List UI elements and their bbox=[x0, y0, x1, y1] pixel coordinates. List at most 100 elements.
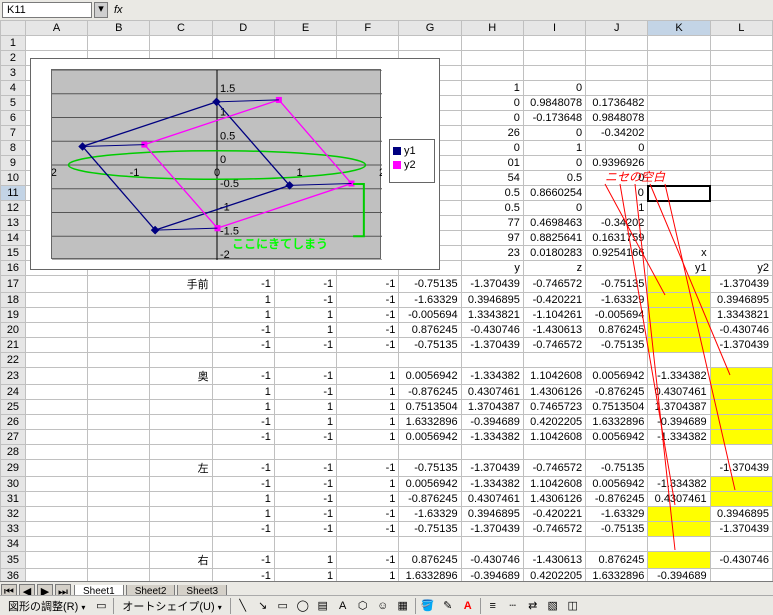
cell-H33[interactable]: -1.370439 bbox=[461, 522, 523, 537]
col-header-A[interactable]: A bbox=[25, 21, 87, 36]
cell-F27[interactable]: 1 bbox=[337, 430, 399, 445]
cell-H1[interactable] bbox=[461, 36, 523, 51]
cell-H11[interactable]: 0.5 bbox=[461, 186, 523, 201]
cell-A30[interactable] bbox=[25, 477, 87, 492]
cell-L23[interactable] bbox=[710, 368, 772, 385]
cell-K27[interactable]: -1.334382 bbox=[648, 430, 710, 445]
cell-B21[interactable] bbox=[88, 338, 150, 353]
cell-E1[interactable] bbox=[274, 36, 336, 51]
cell-C27[interactable] bbox=[150, 430, 212, 445]
cell-F33[interactable]: -1 bbox=[337, 522, 399, 537]
cell-D25[interactable]: 1 bbox=[212, 400, 274, 415]
cell-A28[interactable] bbox=[25, 445, 87, 460]
cell-A36[interactable] bbox=[25, 569, 87, 582]
cell-B24[interactable] bbox=[88, 385, 150, 400]
row-header-3[interactable]: 3 bbox=[1, 66, 26, 81]
row-header-24[interactable]: 24 bbox=[1, 385, 26, 400]
cell-I31[interactable]: 1.4306126 bbox=[523, 492, 585, 507]
cell-D31[interactable]: 1 bbox=[212, 492, 274, 507]
row-header-18[interactable]: 18 bbox=[1, 293, 26, 308]
cell-L18[interactable]: 0.3946895 bbox=[710, 293, 772, 308]
cell-L29[interactable]: -1.370439 bbox=[710, 460, 772, 477]
cell-J5[interactable]: 0.1736482 bbox=[586, 96, 648, 111]
cell-H7[interactable]: 26 bbox=[461, 126, 523, 141]
shape-adjust-button[interactable]: 図形の調整(R) ▾ bbox=[4, 598, 89, 614]
row-header-36[interactable]: 36 bbox=[1, 569, 26, 582]
cell-G22[interactable] bbox=[399, 353, 461, 368]
cell-H13[interactable]: 77 bbox=[461, 216, 523, 231]
cell-F32[interactable]: -1 bbox=[337, 507, 399, 522]
cell-F19[interactable]: -1 bbox=[337, 308, 399, 323]
line-style-icon[interactable]: ≡ bbox=[485, 598, 501, 614]
cell-C28[interactable] bbox=[150, 445, 212, 460]
cell-C26[interactable] bbox=[150, 415, 212, 430]
cell-F20[interactable]: -1 bbox=[337, 323, 399, 338]
rectangle-icon[interactable]: ▭ bbox=[275, 598, 291, 614]
cell-I30[interactable]: 1.1042608 bbox=[523, 477, 585, 492]
cell-I1[interactable] bbox=[523, 36, 585, 51]
cell-K3[interactable] bbox=[648, 66, 710, 81]
cell-D19[interactable]: 1 bbox=[212, 308, 274, 323]
cell-H21[interactable]: -1.370439 bbox=[461, 338, 523, 353]
cell-K17[interactable] bbox=[648, 276, 710, 293]
row-header-34[interactable]: 34 bbox=[1, 537, 26, 552]
cell-H28[interactable] bbox=[461, 445, 523, 460]
cell-J30[interactable]: 0.0056942 bbox=[586, 477, 648, 492]
cell-J6[interactable]: 0.9848078 bbox=[586, 111, 648, 126]
cell-A22[interactable] bbox=[25, 353, 87, 368]
cell-K30[interactable]: -1.334382 bbox=[648, 477, 710, 492]
cell-I17[interactable]: -0.746572 bbox=[523, 276, 585, 293]
cell-J27[interactable]: 0.0056942 bbox=[586, 430, 648, 445]
cell-E28[interactable] bbox=[274, 445, 336, 460]
cell-E36[interactable]: 1 bbox=[274, 569, 336, 582]
cell-A32[interactable] bbox=[25, 507, 87, 522]
cell-E17[interactable]: -1 bbox=[274, 276, 336, 293]
cell-J31[interactable]: -0.876245 bbox=[586, 492, 648, 507]
row-header-11[interactable]: 11 bbox=[1, 186, 26, 201]
cell-C17[interactable]: 手前 bbox=[150, 276, 212, 293]
cell-K5[interactable] bbox=[648, 96, 710, 111]
cell-J26[interactable]: 1.6332896 bbox=[586, 415, 648, 430]
col-header-K[interactable]: K bbox=[648, 21, 710, 36]
row-header-4[interactable]: 4 bbox=[1, 81, 26, 96]
cell-F28[interactable] bbox=[337, 445, 399, 460]
cell-L7[interactable] bbox=[710, 126, 772, 141]
picture-icon[interactable]: ▦ bbox=[395, 598, 411, 614]
cell-G31[interactable]: -0.876245 bbox=[399, 492, 461, 507]
cell-A33[interactable] bbox=[25, 522, 87, 537]
row-header-9[interactable]: 9 bbox=[1, 156, 26, 171]
cell-J32[interactable]: -1.63329 bbox=[586, 507, 648, 522]
shadow-icon[interactable]: ▧ bbox=[545, 598, 561, 614]
cell-H27[interactable]: -1.334382 bbox=[461, 430, 523, 445]
cell-F29[interactable]: -1 bbox=[337, 460, 399, 477]
cell-K31[interactable]: 0.4307461 bbox=[648, 492, 710, 507]
cell-I4[interactable]: 0 bbox=[523, 81, 585, 96]
cell-A26[interactable] bbox=[25, 415, 87, 430]
cell-K4[interactable] bbox=[648, 81, 710, 96]
cell-I11[interactable]: 0.8660254 bbox=[523, 186, 585, 201]
cell-I35[interactable]: -1.430613 bbox=[523, 552, 585, 569]
cell-L24[interactable] bbox=[710, 385, 772, 400]
cell-L31[interactable] bbox=[710, 492, 772, 507]
cell-K32[interactable] bbox=[648, 507, 710, 522]
cell-H24[interactable]: 0.4307461 bbox=[461, 385, 523, 400]
cell-E18[interactable]: -1 bbox=[274, 293, 336, 308]
cell-L26[interactable] bbox=[710, 415, 772, 430]
cell-C20[interactable] bbox=[150, 323, 212, 338]
cell-C32[interactable] bbox=[150, 507, 212, 522]
cell-D27[interactable]: -1 bbox=[212, 430, 274, 445]
cell-L22[interactable] bbox=[710, 353, 772, 368]
cell-G24[interactable]: -0.876245 bbox=[399, 385, 461, 400]
row-header-35[interactable]: 35 bbox=[1, 552, 26, 569]
cell-K20[interactable] bbox=[648, 323, 710, 338]
autoshape-button[interactable]: オートシェイプ(U) ▾ bbox=[118, 598, 225, 614]
cell-H4[interactable]: 1 bbox=[461, 81, 523, 96]
cell-I5[interactable]: 0.9848078 bbox=[523, 96, 585, 111]
font-color-icon[interactable]: A bbox=[460, 598, 476, 614]
cell-K29[interactable] bbox=[648, 460, 710, 477]
cell-H6[interactable]: 0 bbox=[461, 111, 523, 126]
row-header-19[interactable]: 19 bbox=[1, 308, 26, 323]
cell-F26[interactable]: 1 bbox=[337, 415, 399, 430]
cell-E25[interactable]: 1 bbox=[274, 400, 336, 415]
select-objects-icon[interactable]: ▭ bbox=[93, 598, 109, 614]
